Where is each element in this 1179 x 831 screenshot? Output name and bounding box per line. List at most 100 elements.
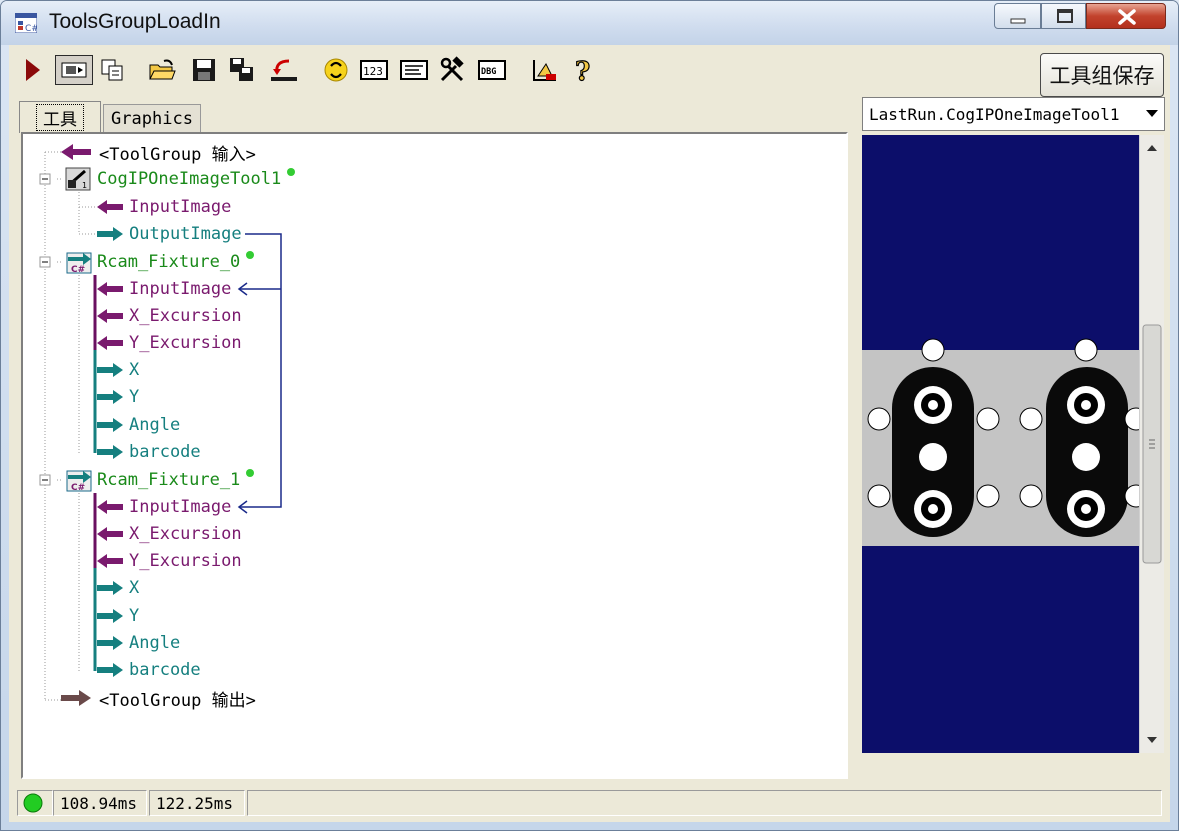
chevron-down-icon <box>1146 110 1158 117</box>
input-arrow-icon <box>97 527 123 541</box>
status-dot-icon <box>246 469 255 477</box>
script-icon <box>533 60 556 81</box>
help-button[interactable]: ? <box>569 55 599 85</box>
app-icon: C# <box>15 13 37 33</box>
script-button[interactable] <box>529 55 559 85</box>
toolgroup-output-node[interactable]: <ToolGroup 输出> <box>59 685 256 711</box>
image-display-panel: LastRun.CogIPOneImageTool1 <box>862 97 1165 800</box>
text-button[interactable] <box>399 55 429 85</box>
inspection-image <box>862 135 1139 753</box>
maximize-button[interactable] <box>1041 3 1086 29</box>
fixture-0-output-x-label: X <box>129 360 140 380</box>
save-as-button[interactable] <box>227 55 257 85</box>
output-arrow-icon <box>97 609 123 623</box>
minimize-button[interactable] <box>994 3 1041 29</box>
scroll-up-icon <box>1147 145 1157 151</box>
save-icon <box>193 59 215 81</box>
cogip-output-image-label: OutputImage <box>129 224 242 244</box>
last-run-time: 108.94ms <box>53 790 147 816</box>
fixture-1-output-barcode[interactable]: barcode <box>95 657 201 683</box>
tools-icon <box>440 56 464 82</box>
run-button[interactable] <box>17 55 47 85</box>
script-tool-icon: C# <box>66 470 92 493</box>
fixture-1-x-excursion-label: X_Excursion <box>129 524 242 544</box>
continuous-run-icon <box>61 62 87 78</box>
maximize-icon <box>1057 9 1073 23</box>
toolbar: 123 DBG ? 工具组保存 <box>9 45 1170 97</box>
total-run-time: 122.25ms <box>149 790 245 816</box>
status-bar: 108.94ms 122.25ms <box>9 788 1170 818</box>
output-arrow-icon <box>97 636 123 650</box>
image-source-select[interactable]: LastRun.CogIPOneImageTool1 <box>862 97 1165 131</box>
output-arrow-icon <box>97 227 123 241</box>
output-arrow-icon <box>97 581 123 595</box>
image-source-value: LastRun.CogIPOneImageTool1 <box>869 104 1120 124</box>
tool-node-cogip[interactable]: 1 CogIPOneImageTool1 <box>65 166 297 192</box>
script-tool-icon: C# <box>66 252 92 275</box>
reset-button[interactable] <box>321 55 351 85</box>
fixture-0-input-image[interactable]: InputImage <box>95 276 231 302</box>
save-as-icon <box>230 58 253 81</box>
tools-button[interactable] <box>437 55 467 85</box>
toolgroup-output-label: <ToolGroup 输出> <box>99 690 256 711</box>
fixture-0-output-x[interactable]: X <box>95 357 139 383</box>
import-button[interactable] <box>269 55 299 85</box>
fixture-1-output-x-label: X <box>129 578 140 598</box>
close-button[interactable] <box>1086 3 1166 29</box>
fixture-0-output-angle[interactable]: Angle <box>95 412 180 438</box>
copy-button[interactable] <box>97 55 127 85</box>
minimize-icon <box>1010 18 1026 24</box>
status-message <box>247 790 1162 816</box>
status-dot-icon <box>246 251 255 259</box>
cogip-input-image[interactable]: InputImage <box>95 194 231 220</box>
input-arrow-icon <box>97 282 123 296</box>
debug-icon: DBG <box>478 60 506 80</box>
cogip-output-image[interactable]: OutputImage <box>95 221 242 247</box>
text-icon <box>400 60 428 80</box>
open-button[interactable] <box>147 55 177 85</box>
app-window: C# ToolsGroupLoadIn <box>0 0 1179 831</box>
svg-text:C#: C# <box>25 24 37 33</box>
svg-text:1: 1 <box>82 181 87 190</box>
svg-text:?: ? <box>575 57 590 84</box>
tab-graphics[interactable]: Graphics <box>103 104 201 133</box>
reset-icon <box>324 58 348 82</box>
tool-tree[interactable]: <ToolGroup 输入> 1 CogIPOneImageTool1 Inpu… <box>21 132 848 779</box>
close-icon <box>1118 9 1136 25</box>
fixture-1-x-excursion[interactable]: X_Excursion <box>95 521 242 547</box>
tool-name-cogip: CogIPOneImageTool1 <box>97 169 282 189</box>
fixture-1-output-y[interactable]: Y <box>95 603 139 629</box>
fixture-1-output-angle[interactable]: Angle <box>95 630 180 656</box>
tool-node-fixture-1[interactable]: C# Rcam_Fixture_1 <box>65 467 256 493</box>
fixture-1-output-x[interactable]: X <box>95 575 139 601</box>
svg-text:C#: C# <box>71 265 85 275</box>
debug-button[interactable]: DBG <box>477 55 507 85</box>
svg-text:123: 123 <box>363 65 383 78</box>
fixture-1-output-y-label: Y <box>129 606 140 626</box>
run-icon <box>26 59 40 81</box>
client-area: 123 DBG ? 工具组保存 工具 Graphics <ToolGroup 输… <box>9 45 1170 822</box>
fixture-1-y-excursion[interactable]: Y_Excursion <box>95 548 242 574</box>
tab-graphics-label: Graphics <box>111 109 193 129</box>
fixture-0-y-excursion-label: Y_Excursion <box>129 333 242 353</box>
open-folder-icon <box>149 59 176 80</box>
continuous-run-button[interactable] <box>55 55 93 85</box>
fixture-0-output-barcode[interactable]: barcode <box>95 439 201 465</box>
fixture-0-y-excursion[interactable]: Y_Excursion <box>95 330 242 356</box>
window-title: ToolsGroupLoadIn <box>49 10 221 33</box>
fixture-0-output-y[interactable]: Y <box>95 384 139 410</box>
output-arrow-icon <box>97 663 123 677</box>
image-display[interactable] <box>862 135 1139 753</box>
fixture-1-input-image[interactable]: InputImage <box>95 494 231 520</box>
tab-tools[interactable]: 工具 <box>19 101 101 133</box>
copy-icon <box>101 59 123 81</box>
counter-button[interactable]: 123 <box>359 55 389 85</box>
fixture-0-x-excursion[interactable]: X_Excursion <box>95 303 242 329</box>
image-vertical-scrollbar[interactable] <box>1139 135 1164 753</box>
save-tool-group-button[interactable]: 工具组保存 <box>1040 53 1164 97</box>
toolgroup-input-node[interactable]: <ToolGroup 输入> <box>59 139 256 165</box>
save-button[interactable] <box>189 55 219 85</box>
tool-node-fixture-0[interactable]: C# Rcam_Fixture_0 <box>65 249 256 275</box>
output-arrow-icon <box>97 418 123 432</box>
title-bar[interactable]: C# ToolsGroupLoadIn <box>1 1 1178 45</box>
